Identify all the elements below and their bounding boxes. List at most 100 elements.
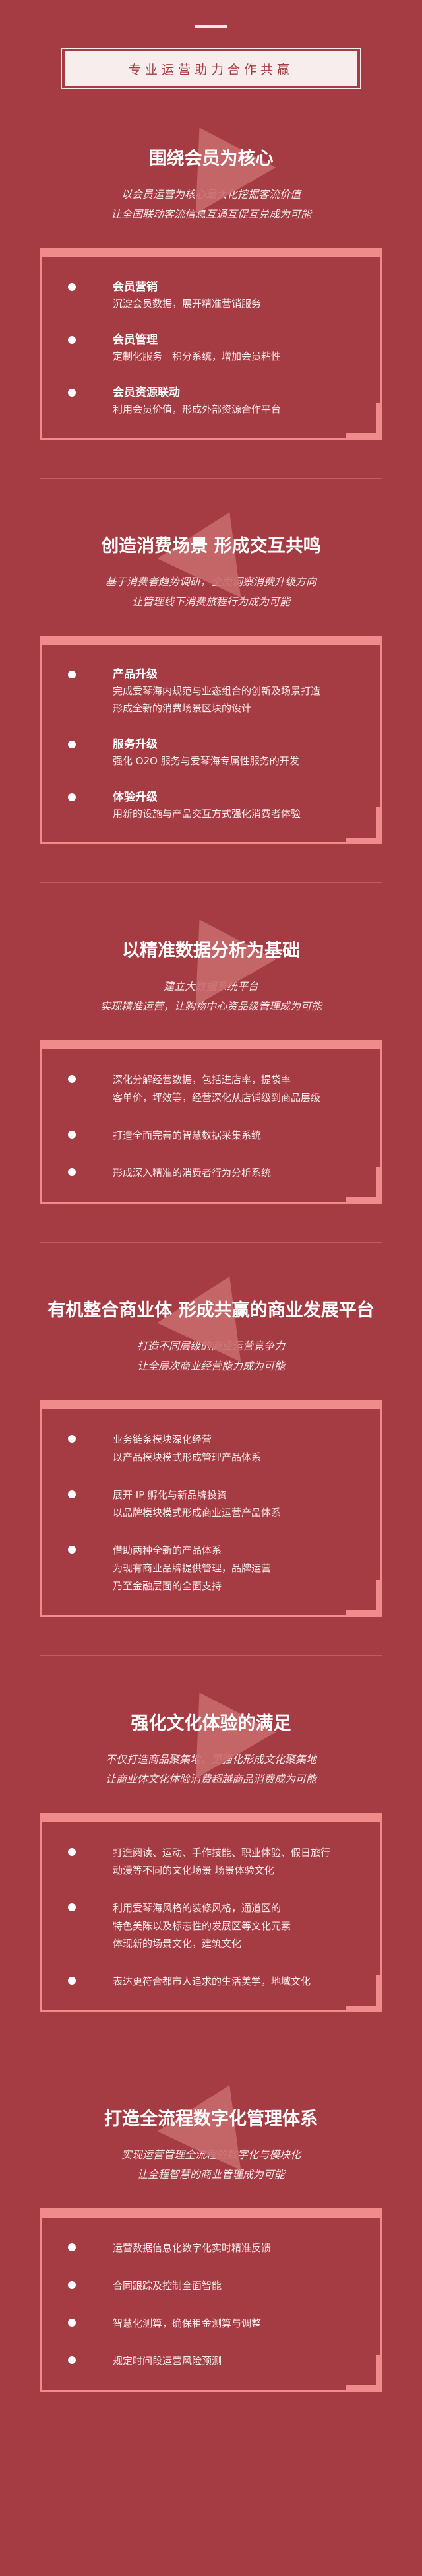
list-item-description: 运营数据信息化数字化实时精准反馈 (113, 2242, 272, 2254)
bullet-dot-icon (68, 741, 76, 748)
list-item-description: 智慧化测算，确保租金测算与调整 (113, 2317, 262, 2329)
section-1: 围绕会员为核心 以会员运营为核心最大化挖掘客流价值 让全国联动客流信息互通互促互兑成… (0, 104, 422, 479)
list-item-body: 智慧化测算，确保租金测算与调整 (113, 2315, 354, 2332)
bullet-dot-icon (68, 2243, 76, 2251)
list-item-body: 表达更符合都市人追求的生活美学，地域文化 (113, 1973, 354, 1991)
list-item-body: 服务升级 强化 O2O 服务与爱琴海专属性服务的开发 (113, 737, 354, 770)
list-item: 会员营销沉淀会员数据，展开精准营销服务 (42, 279, 380, 312)
list-item-heading: 会员营销 (113, 281, 158, 294)
list-item-description: 打造全面完善的智慧数据采集系统 (113, 1129, 262, 1141)
bullet-dot-icon (68, 1435, 76, 1443)
subtitle-line: 让全程智慧的商业管理成为可能 (136, 2168, 285, 2181)
list-item: 规定时间段运营风险预测 (42, 2352, 380, 2370)
bullet-dot-icon (68, 1546, 76, 1554)
list-item: 借助两种全新的产品体系 为现有商业品牌提供管理，品牌运营 乃至金融层面的全面支持 (42, 1542, 380, 1595)
list-item: 打造全面完善的智慧数据采集系统 (42, 1127, 380, 1144)
list-item: 服务升级 强化 O2O 服务与爱琴海专属性服务的开发 (42, 737, 380, 770)
section-divider (40, 1655, 382, 1656)
feature-list: 打造阅读、运动、手作技能、职业体验、假日旅行 动漫等不同的文化场景 场景体验文化利… (42, 1844, 380, 1991)
list-item-body: 会员营销沉淀会员数据，展开精准营销服务 (113, 279, 354, 312)
section-title: 强化文化体验的满足 (131, 1713, 291, 1734)
list-item-description: 展开 IP 孵化与新品牌投资 (113, 1489, 227, 1501)
list-item-heading: 体验升级 (113, 791, 158, 804)
card-corner-decoration (346, 1975, 382, 2012)
list-item-description: 完成爱琴海内规范与业态组合的创新及场景打造 (113, 685, 321, 697)
list-item-description: 动漫等不同的文化场景 场景体验文化 (113, 1865, 274, 1876)
feature-card: 业务链条模块深化经营 以产品模块模式形成管理产品体系 展开 IP 孵化与新品牌投资以… (40, 1400, 382, 1617)
list-item-body: 业务链条模块深化经营以产品模块模式形成管理产品体系 (113, 1431, 354, 1467)
bullet-dot-icon (68, 1131, 76, 1139)
section-divider (40, 1242, 382, 1243)
header-banner: 专业运营助力合作共赢 (61, 48, 361, 89)
feature-card: 会员营销沉淀会员数据，展开精准营销服务 会员管理定制化服务＋积分系统，增加会员粘性… (40, 248, 382, 440)
feature-list: 会员营销沉淀会员数据，展开精准营销服务 会员管理定制化服务＋积分系统，增加会员粘性… (42, 279, 380, 418)
list-item-description: 沉淀会员数据，展开精准营销服务 (113, 298, 262, 310)
list-item-heading: 会员资源联动 (113, 386, 180, 399)
section-divider (40, 478, 382, 479)
bullet-dot-icon (68, 283, 76, 291)
card-corner-decoration (346, 403, 382, 440)
list-item: 形成深入精准的消费者行为分析系统 (42, 1164, 380, 1182)
list-item-description: 业务链条模块深化经营 (113, 1434, 212, 1445)
section-title-wrap: 强化文化体验的满足 (0, 1669, 422, 1779)
bullet-dot-icon (68, 671, 76, 678)
subtitle-line: 让全层次商业经营能力成为可能 (136, 1360, 285, 1372)
list-item-description: 深化分解经营数据，包括进店率，提袋率 (113, 1074, 291, 1086)
card-corner-decoration (346, 1167, 382, 1204)
section-title-wrap: 围绕会员为核心 (0, 104, 422, 214)
card-corner-decoration (346, 1580, 382, 1617)
bullet-dot-icon (68, 1075, 76, 1083)
section-title: 打造全流程数字化管理体系 (104, 2109, 318, 2129)
list-item-description: 利用会员价值，形成外部资源合作平台 (113, 403, 282, 415)
list-item-description: 乃至金融层面的全面支持 (113, 1580, 222, 1592)
section-title-wrap: 有机整合商业体 形成共赢的商业发展平台 (0, 1257, 422, 1362)
list-item-description: 形成全新的消费场景区块的设计 (113, 702, 252, 714)
subtitle-line: 让商业体文化体验消费超越商品消费成为可能 (105, 1773, 316, 1785)
list-item-heading: 产品升级 (113, 668, 158, 681)
subtitle-line: 让全国联动客流信息互通互促互兑成为可能 (110, 208, 311, 220)
page: 专业运营助力合作共赢 围绕会员为核心 以会员运营为核心最大化挖掘客流价值 让全国联动… (0, 0, 422, 2576)
list-item-description: 体现新的场景文化，建筑文化 (113, 1938, 242, 1950)
section-4: 有机整合商业体 形成共赢的商业发展平台 打造不同层级的商业运营竞争力 让全层次商业经… (0, 1257, 422, 1656)
feature-card: 打造阅读、运动、手作技能、职业体验、假日旅行 动漫等不同的文化场景 场景体验文化利… (40, 1813, 382, 2012)
list-item-description: 用新的设施与产品交互方式强化消费者体验 (113, 808, 301, 820)
list-item-body: 运营数据信息化数字化实时精准反馈 (113, 2239, 354, 2257)
list-item-body: 形成深入精准的消费者行为分析系统 (113, 1164, 354, 1182)
list-item: 展开 IP 孵化与新品牌投资以品牌模块模式形成商业运营产品体系 (42, 1486, 380, 1522)
section-title: 创造消费场景 形成交互共鸣 (101, 536, 321, 556)
list-item-description: 以品牌模块模式形成商业运营产品体系 (113, 1507, 282, 1519)
section-6: 打造全流程数字化管理体系 实现运营管理全流程的数字化与模块化 让全程智慧的商业管理成… (0, 2065, 422, 2392)
list-item-description: 定制化服务＋积分系统，增加会员粘性 (113, 350, 282, 362)
list-item-body: 规定时间段运营风险预测 (113, 2352, 354, 2370)
bullet-dot-icon (68, 1848, 76, 1856)
list-item: 体验升级用新的设施与产品交互方式强化消费者体验 (42, 789, 380, 822)
section-title-wrap: 以精准数据分析为基础 (0, 896, 422, 1006)
list-item-heading: 会员管理 (113, 333, 158, 347)
list-item: 利用爱琴海风格的装修风格，通道区的 特色美陈以及标志性的发展区等文化元素 体现新的场… (42, 1899, 380, 1953)
subtitle-line: 实现精准运营，让购物中心资品级管理成为可能 (100, 1000, 322, 1012)
list-item: 表达更符合都市人追求的生活美学，地域文化 (42, 1973, 380, 1991)
list-item-description: 形成深入精准的消费者行为分析系统 (113, 1167, 272, 1179)
list-item-description: 以产品模块模式形成管理产品体系 (113, 1451, 262, 1463)
card-corner-decoration (346, 807, 382, 844)
feature-card: 深化分解经营数据，包括进店率，提袋率客单价，坪效等，经营深化从店铺级到商品层级打… (40, 1040, 382, 1204)
list-item-description: 客单价，坪效等，经营深化从店铺级到商品层级 (113, 1092, 321, 1104)
list-item-body: 打造阅读、运动、手作技能、职业体验、假日旅行 动漫等不同的文化场景 场景体验文化 (113, 1844, 354, 1880)
feature-list: 深化分解经营数据，包括进店率，提袋率客单价，坪效等，经营深化从店铺级到商品层级打… (42, 1071, 380, 1182)
list-item-description: 特色美陈以及标志性的发展区等文化元素 (113, 1920, 291, 1932)
top-divider-bar (195, 25, 227, 28)
feature-list: 运营数据信息化数字化实时精准反馈合同跟踪及控制全面智能智慧化测算，确保租金测算与… (42, 2239, 380, 2370)
feature-list: 业务链条模块深化经营 以产品模块模式形成管理产品体系 展开 IP 孵化与新品牌投资以… (42, 1431, 380, 1595)
list-item-body: 利用爱琴海风格的装修风格，通道区的 特色美陈以及标志性的发展区等文化元素 体现新的场… (113, 1899, 354, 1953)
list-item: 合同跟踪及控制全面智能 (42, 2277, 380, 2295)
header-title: 专业运营助力合作共赢 (128, 62, 293, 77)
list-item: 智慧化测算，确保租金测算与调整 (42, 2315, 380, 2332)
section-title-wrap: 创造消费场景 形成交互共鸣 (0, 492, 422, 598)
section-5: 强化文化体验的满足 不仅打造商品聚集地，更强化形成文化聚集地 让商业体文化体验消费超… (0, 1669, 422, 2051)
section-title-wrap: 打造全流程数字化管理体系 (0, 2065, 422, 2171)
list-item: 打造阅读、运动、手作技能、职业体验、假日旅行 动漫等不同的文化场景 场景体验文化 (42, 1844, 380, 1880)
list-item-description: 打造阅读、运动、手作技能、职业体验、假日旅行 (113, 1847, 331, 1859)
list-item: 会员管理定制化服务＋积分系统，增加会员粘性 (42, 332, 380, 365)
section-title: 以精准数据分析为基础 (122, 941, 300, 961)
list-item-body: 体验升级用新的设施与产品交互方式强化消费者体验 (113, 789, 354, 822)
